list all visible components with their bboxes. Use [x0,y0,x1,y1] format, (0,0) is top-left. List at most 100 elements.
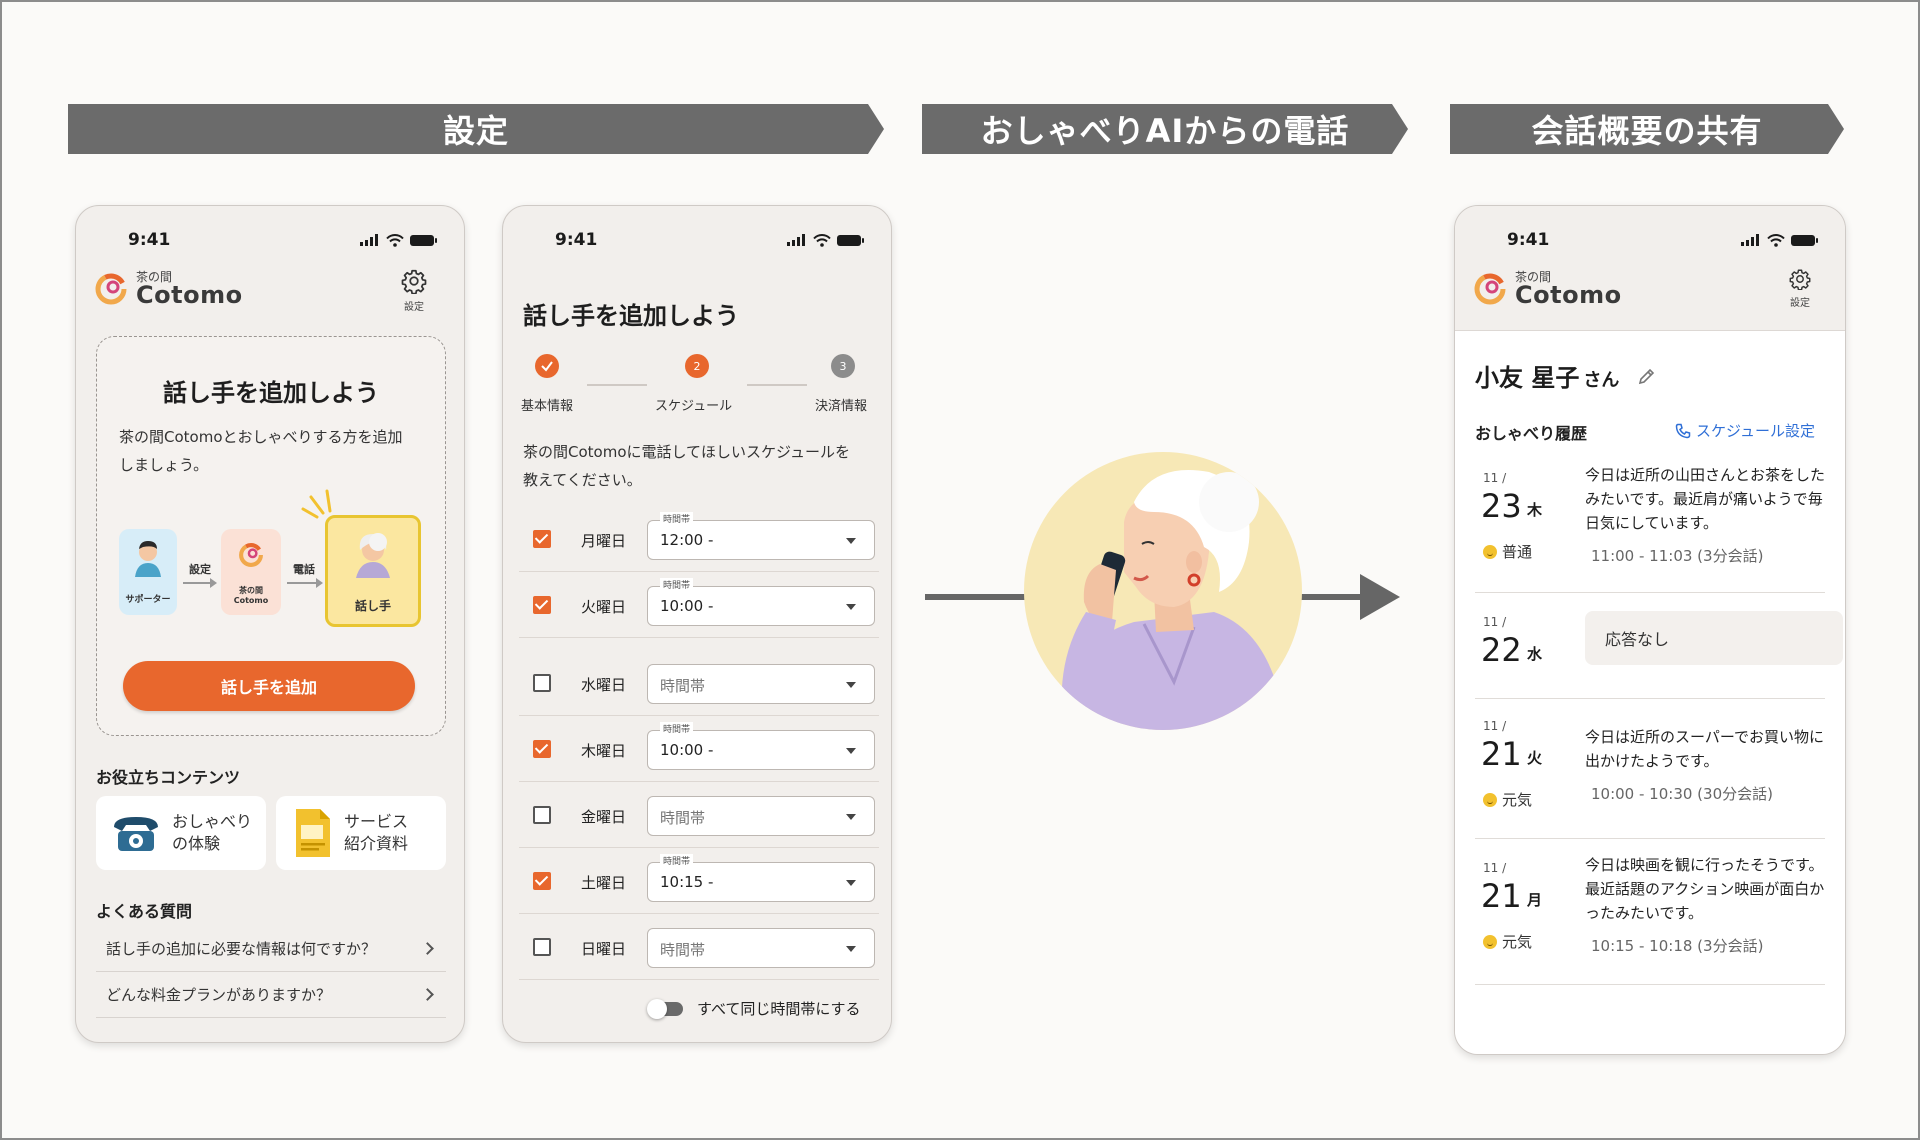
mood-badge: 元気 [1483,931,1532,952]
useful-contents-title: お役立ちコンテンツ [96,768,241,787]
schedule-desc-2: 教えてください。 [523,471,642,489]
day-row-wednesday: 水曜日 時間帯 [519,650,879,716]
smile-face-icon [1483,934,1497,949]
step-2-label: スケジュール [655,399,733,414]
signal-icon [1741,234,1759,246]
same-time-toggle[interactable] [647,999,683,1019]
banner-share: 会話概要の共有 [1450,104,1844,154]
phone-icon [1675,423,1691,438]
arrow-settings [183,579,217,587]
mood-badge: 普通 [1483,541,1532,562]
checkbox-sunday[interactable] [533,938,551,956]
day-row-monday: 月曜日 時間帯 12:00 - [519,506,879,572]
checkbox-saturday[interactable] [533,872,551,890]
signal-icon [360,234,378,246]
phone-schedule: 9:41 話し手を追加しよう 2 3 基本情報 スケジュール 決済情報 茶の間C… [502,205,892,1043]
phone-summary: 9:41 茶の間 Cotomo 設定 小友 星子 さん おしゃべり履歴 スケジュ… [1454,205,1846,1055]
caret-down-icon [846,946,856,952]
flow-arrow-head-icon [1360,574,1400,620]
settings-button[interactable]: 設定 [1789,268,1811,309]
time-select-thursday[interactable]: 時間帯 10:00 - [647,722,875,770]
day-row-sunday: 日曜日 時間帯 [519,914,879,980]
status-icons [360,233,437,247]
caret-down-icon [846,880,856,886]
gear-icon [1789,269,1811,290]
time-select-friday[interactable]: 時間帯 [647,796,875,836]
tile-service-materials[interactable]: サービス 紹介資料 [276,796,446,870]
card-text-1: 茶の間Cotomoとおしゃべりする方を追加 [119,428,403,446]
arrow-label-settings: 設定 [189,563,211,576]
status-time: 9:41 [128,230,171,250]
speaker-avatar-icon [356,533,390,578]
day-row-friday: 金曜日 時間帯 [519,782,879,848]
time-select-saturday[interactable]: 時間帯 10:15 - [647,854,875,902]
settings-button[interactable]: 設定 [401,268,427,313]
battery-icon [1791,234,1818,246]
status-bar: 9:41 [503,226,891,254]
arrow-call [287,579,323,587]
caret-down-icon [846,814,856,820]
history-item[interactable]: 11 / 21 火 元気 今日は近所のスーパーでお買い物に出かけたようです。 1… [1475,699,1825,839]
schedule-settings-link[interactable]: スケジュール設定 [1675,420,1815,441]
cotomo-mini-logo-icon [239,543,263,567]
faq-item[interactable]: 話し手の追加に必要な情報は何ですか？ [96,926,446,972]
supporter-card: サポーター [119,529,177,615]
add-speaker-card: 話し手を追加しよう 茶の間Cotomoとおしゃべりする方を追加 しましょう。 サ… [96,336,446,736]
summary-header [1455,206,1845,331]
telephone-icon [114,817,158,851]
caret-down-icon [846,604,856,610]
history-item[interactable]: 11 / 22 水 応答なし [1475,593,1843,699]
time-select-wednesday[interactable]: 時間帯 [647,664,875,704]
day-row-tuesday: 火曜日 時間帯 10:00 - [519,572,879,638]
arrow-label-call: 電話 [293,563,315,576]
history-item[interactable]: 11 / 23 木 普通 今日は近所の山田さんとお茶をしたみたいです。最近肩が痛… [1475,461,1825,593]
schedule-desc-1: 茶の間Cotomoに電話してほしいスケジュールを [523,443,851,461]
checkbox-thursday[interactable] [533,740,551,758]
checkbox-tuesday[interactable] [533,596,551,614]
add-speaker-button[interactable]: 話し手を追加 [123,661,415,711]
supporter-avatar-icon [135,541,161,577]
day-row-thursday: 木曜日 時間帯 10:00 - [519,716,879,782]
smile-face-icon [1483,792,1497,807]
check-icon [541,361,553,372]
sparkle-lines-icon [301,489,332,519]
step-connector [747,384,807,386]
checkbox-wednesday[interactable] [533,674,551,692]
time-select-tuesday[interactable]: 時間帯 10:00 - [647,578,875,626]
chevron-right-icon [421,988,434,1001]
elderly-woman-phone-icon [1054,470,1286,730]
tile-chat-experience[interactable]: おしゃべり の体験 [96,796,266,870]
time-select-monday[interactable]: 時間帯 12:00 - [647,512,875,560]
caret-down-icon [846,682,856,688]
caret-down-icon [846,538,856,544]
no-answer-badge: 応答なし [1585,611,1843,665]
app-logo: 茶の間 Cotomo [1473,271,1622,307]
checkbox-friday[interactable] [533,806,551,824]
app-logo: 茶の間 Cotomo [94,271,243,307]
phone-home: 9:41 茶の間 Cotomo 設定 話し手を追加しよう 茶の間Cotomoとお… [75,205,465,1043]
cotomo-logo-icon [1474,273,1506,305]
caret-down-icon [846,748,856,754]
smile-face-icon [1483,544,1497,559]
same-time-toggle-label: すべて同じ時間帯にする [697,1000,861,1018]
wifi-icon [1767,233,1785,247]
battery-icon [837,234,864,246]
faq-item[interactable]: どんな料金プランがありますか？ [96,972,446,1018]
status-bar: 9:41 [1455,226,1845,254]
battery-icon [410,234,437,246]
step-connector [587,384,647,386]
pencil-icon[interactable] [1637,366,1657,386]
time-select-sunday[interactable]: 時間帯 [647,928,875,968]
history-item[interactable]: 11 / 21 月 元気 今日は映画を観に行ったそうです。最近話題のアクション映… [1475,839,1825,985]
step-3-todo: 3 [831,354,855,378]
wifi-icon [813,233,831,247]
document-icon [296,809,330,857]
elderly-woman-on-phone-illustration [1024,452,1302,730]
chevron-right-icon [421,942,434,955]
status-bar: 9:41 [76,226,464,254]
banner-settings: 設定 [68,104,884,154]
checkbox-monday[interactable] [533,530,551,548]
cotomo-logo-icon [95,273,127,305]
step-1-label: 基本情報 [521,399,574,414]
signal-icon [787,234,805,246]
